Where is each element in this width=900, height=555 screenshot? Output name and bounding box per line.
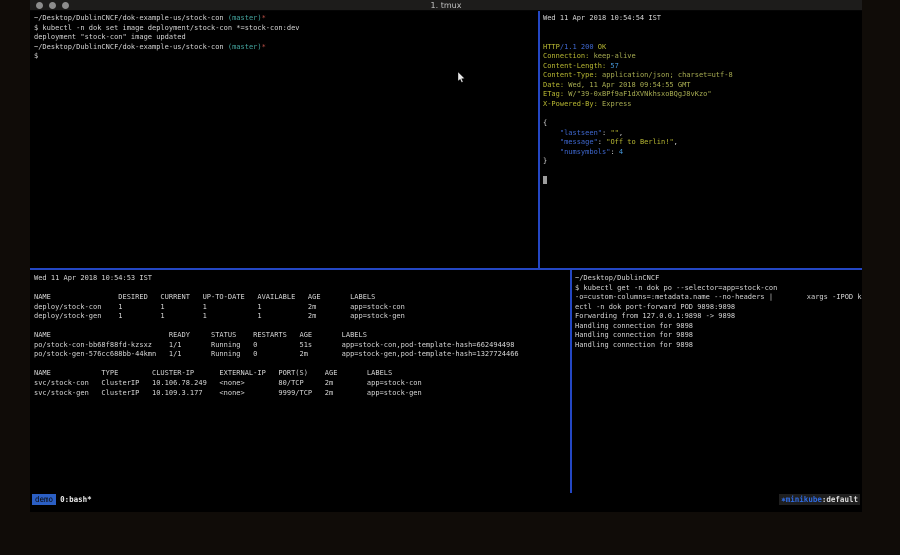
- terminal-line: [543, 24, 862, 34]
- terminal-line: Date: Wed, 11 Apr 2018 09:54:55 GMT: [543, 81, 862, 91]
- terminal-line: ETag: W/"39-0xBPf9aF1dXVNkhsxoBQgJ8vKzo": [543, 90, 862, 100]
- terminal-line: [34, 284, 570, 294]
- terminal-line: Handling connection for 9898: [575, 331, 862, 341]
- terminal-line: [34, 322, 570, 332]
- kube-namespace: :default: [822, 495, 858, 504]
- terminal-line: Wed 11 Apr 2018 10:54:53 IST: [34, 274, 570, 284]
- terminal-line: HTTP/1.1 200 OK: [543, 43, 862, 53]
- terminal-line: "numsymbols": 4: [543, 148, 862, 158]
- terminal-line: ~/Desktop/DublinCNCF/dok-example-us/stoc…: [34, 43, 538, 53]
- terminal-line: $ kubectl get -n dok po --selector=app=s…: [575, 284, 862, 294]
- tmux-session-name[interactable]: demo: [32, 494, 56, 505]
- terminal-line: $ kubectl -n dok set image deployment/st…: [34, 24, 538, 34]
- terminal-line: Content-Type: application/json; charset=…: [543, 71, 862, 81]
- terminal-line: Wed 11 Apr 2018 10:54:54 IST: [543, 14, 862, 24]
- terminal-line: -o=custom-columns=:metadata.name --no-he…: [575, 293, 862, 303]
- terminal-line: svc/stock-con ClusterIP 10.106.78.249 <n…: [34, 379, 570, 389]
- terminal-line: "lastseen": "",: [543, 129, 862, 139]
- terminal-line: ~/Desktop/DublinCNCF/dok-example-us/stoc…: [34, 14, 538, 24]
- terminal-line: [543, 176, 862, 186]
- titlebar[interactable]: 1. tmux: [30, 0, 862, 11]
- terminal-line: [543, 109, 862, 119]
- tmux-window-item[interactable]: 0:bash*: [60, 493, 92, 506]
- terminal-line: deployment "stock-con" image updated: [34, 33, 538, 43]
- pane-bottom-left-kubectl-watch[interactable]: Wed 11 Apr 2018 10:54:53 IST NAME DESIRE…: [30, 270, 570, 493]
- terminal-line: deploy/stock-gen 1 1 1 1 2m app=stock-ge…: [34, 312, 570, 322]
- terminal-line: X-Powered-By: Express: [543, 100, 862, 110]
- terminal-line: NAME READY STATUS RESTARTS AGE LABELS: [34, 331, 570, 341]
- terminal-line: ~/Desktop/DublinCNCF: [575, 274, 862, 284]
- terminal-line: Handling connection for 9898: [575, 322, 862, 332]
- terminal-line: deploy/stock-con 1 1 1 1 2m app=stock-co…: [34, 303, 570, 313]
- terminal-line: Connection: keep-alive: [543, 52, 862, 62]
- terminal-line: NAME DESIRED CURRENT UP-TO-DATE AVAILABL…: [34, 293, 570, 303]
- terminal-window: 1. tmux ~/Desktop/DublinCNCF/dok-example…: [30, 0, 862, 512]
- terminal-line: ectl -n dok port-forward POD 9898:9898: [575, 303, 862, 313]
- terminal-line: po/stock-con-bb68f88fd-kzsxz 1/1 Running…: [34, 341, 570, 351]
- pane-top-left-shell[interactable]: ~/Desktop/DublinCNCF/dok-example-us/stoc…: [30, 11, 538, 268]
- mouse-pointer-icon: [458, 68, 466, 87]
- terminal-line: po/stock-gen-576cc688bb-44kmn 1/1 Runnin…: [34, 350, 570, 360]
- terminal-line: svc/stock-gen ClusterIP 10.109.3.177 <no…: [34, 389, 570, 399]
- terminal-line: $: [34, 52, 538, 62]
- terminal-line: Forwarding from 127.0.0.1:9898 -> 9898: [575, 312, 862, 322]
- tmux-status-bar: demo 0:bash* ⎈minikube:default: [30, 493, 862, 506]
- terminal-line: Handling connection for 9898: [575, 341, 862, 351]
- terminal-line: }: [543, 157, 862, 167]
- terminal-line: {: [543, 119, 862, 129]
- tmux-status-right: ⎈minikube:default: [779, 494, 860, 505]
- terminal-line: Content-Length: 57: [543, 62, 862, 72]
- kube-context: minikube: [786, 495, 822, 504]
- terminal-line: [34, 360, 570, 370]
- window-title: 1. tmux: [30, 1, 862, 10]
- pane-top-right-http-response[interactable]: Wed 11 Apr 2018 10:54:54 IST HTTP/1.1 20…: [540, 11, 862, 268]
- terminal-line: NAME TYPE CLUSTER-IP EXTERNAL-IP PORT(S)…: [34, 369, 570, 379]
- terminal-line: "message": "Off to Berlin!",: [543, 138, 862, 148]
- terminal-line: [543, 33, 862, 43]
- terminal-line: [543, 167, 862, 177]
- pane-bottom-right-port-forward[interactable]: ~/Desktop/DublinCNCF$ kubectl get -n dok…: [572, 270, 862, 493]
